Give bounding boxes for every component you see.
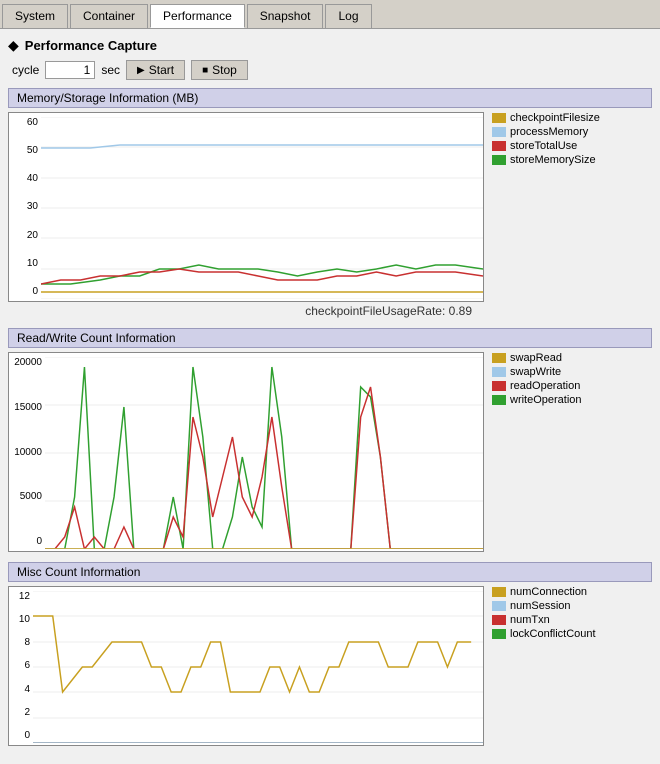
- memory-svg: [41, 117, 483, 299]
- legend-color-num-conn: [492, 587, 506, 597]
- legend-color-process: [492, 127, 506, 137]
- rw-chart-title: Read/Write Count Information: [8, 328, 652, 348]
- misc-y-6: 6: [9, 660, 33, 671]
- y-label-10: 10: [9, 258, 41, 269]
- y-label-30: 30: [9, 201, 41, 212]
- legend-label-write-op: writeOperation: [510, 394, 582, 406]
- tab-log[interactable]: Log: [325, 4, 371, 28]
- legend-label-total: storeTotalUse: [510, 140, 577, 152]
- rw-y-10000: 10000: [9, 447, 45, 458]
- legend-label-swap-read: swapRead: [510, 352, 562, 364]
- rw-y-20000: 20000: [9, 357, 45, 368]
- legend-color-read-op: [492, 381, 506, 391]
- legend-color-num-txn: [492, 615, 506, 625]
- cycle-label: cycle: [12, 63, 39, 77]
- rw-y-0: 0: [9, 536, 45, 547]
- rw-y-15000: 15000: [9, 402, 45, 413]
- legend-read-op: readOperation: [492, 380, 652, 392]
- legend-label-swap-write: swapWrite: [510, 366, 561, 378]
- misc-y-10: 10: [9, 614, 33, 625]
- legend-label-memory: storeMemorySize: [510, 154, 596, 166]
- legend-label-num-conn: numConnection: [510, 586, 587, 598]
- memory-chart-section: Memory/Storage Information (MB) 60 50 40…: [8, 88, 652, 318]
- legend-color-swap-write: [492, 367, 506, 377]
- legend-label-lock: lockConflictCount: [510, 628, 596, 640]
- legend-num-connection: numConnection: [492, 586, 652, 598]
- legend-num-session: numSession: [492, 600, 652, 612]
- memory-legend: checkpointFilesize processMemory storeTo…: [492, 112, 652, 168]
- stop-icon: ■: [202, 65, 208, 76]
- legend-color-total: [492, 141, 506, 151]
- memory-chart-title: Memory/Storage Information (MB): [8, 88, 652, 108]
- main-content: ◆ Performance Capture cycle sec ▶ Start …: [0, 29, 660, 764]
- start-icon: ▶: [137, 65, 145, 76]
- rw-svg: [45, 357, 483, 549]
- diamond-icon: ◆: [8, 37, 19, 54]
- legend-color-swap-read: [492, 353, 506, 363]
- legend-num-txn: numTxn: [492, 614, 652, 626]
- rw-y-5000: 5000: [9, 491, 45, 502]
- tab-container[interactable]: Container: [70, 4, 148, 28]
- legend-checkpoint-filesize: checkpointFilesize: [492, 112, 652, 124]
- rw-chart-area: 20000 15000 10000 5000 0: [8, 352, 652, 552]
- misc-y-0: 0: [9, 730, 33, 741]
- perf-capture-title: Performance Capture: [25, 38, 157, 53]
- legend-color-num-sess: [492, 601, 506, 611]
- legend-label-checkpoint: checkpointFilesize: [510, 112, 600, 124]
- legend-swap-write: swapWrite: [492, 366, 652, 378]
- legend-color-checkpoint: [492, 113, 506, 123]
- stop-button[interactable]: ■ Stop: [191, 60, 248, 80]
- misc-y-8: 8: [9, 637, 33, 648]
- tab-performance[interactable]: Performance: [150, 4, 245, 28]
- misc-svg: [33, 591, 483, 743]
- rw-chart-section: Read/Write Count Information 20000 15000…: [8, 328, 652, 552]
- misc-chart-section: Misc Count Information 12 10 8 6 4 2 0: [8, 562, 652, 746]
- tab-snapshot[interactable]: Snapshot: [247, 4, 324, 28]
- start-label: Start: [149, 63, 174, 77]
- y-label-50: 50: [9, 145, 41, 156]
- misc-y-4: 4: [9, 684, 33, 695]
- legend-label-num-txn: numTxn: [510, 614, 550, 626]
- legend-swap-read: swapRead: [492, 352, 652, 364]
- legend-store-total: storeTotalUse: [492, 140, 652, 152]
- misc-chart-area: 12 10 8 6 4 2 0: [8, 586, 652, 746]
- misc-y-12: 12: [9, 591, 33, 602]
- legend-process-memory: processMemory: [492, 126, 652, 138]
- memory-chart-area: 60 50 40 30 20 10 0: [8, 112, 652, 302]
- misc-y-2: 2: [9, 707, 33, 718]
- checkpoint-rate-text: checkpointFileUsageRate: 0.89: [8, 304, 472, 318]
- legend-color-write-op: [492, 395, 506, 405]
- misc-legend: numConnection numSession numTxn lockConf…: [492, 586, 652, 642]
- y-label-0: 0: [9, 286, 41, 297]
- stop-label: Stop: [212, 63, 237, 77]
- y-label-60: 60: [9, 117, 41, 128]
- legend-label-read-op: readOperation: [510, 380, 580, 392]
- controls-row: cycle sec ▶ Start ■ Stop: [12, 60, 652, 80]
- cycle-input[interactable]: [45, 61, 95, 79]
- sec-label: sec: [101, 63, 120, 77]
- start-button[interactable]: ▶ Start: [126, 60, 185, 80]
- misc-chart-box: 12 10 8 6 4 2 0: [8, 586, 484, 746]
- tab-system[interactable]: System: [2, 4, 68, 28]
- misc-chart-title: Misc Count Information: [8, 562, 652, 582]
- legend-label-process: processMemory: [510, 126, 588, 138]
- legend-color-lock: [492, 629, 506, 639]
- legend-write-op: writeOperation: [492, 394, 652, 406]
- perf-capture-header: ◆ Performance Capture: [8, 37, 652, 54]
- legend-lock-conflict: lockConflictCount: [492, 628, 652, 640]
- legend-label-num-sess: numSession: [510, 600, 571, 612]
- y-label-20: 20: [9, 230, 41, 241]
- legend-store-memory: storeMemorySize: [492, 154, 652, 166]
- y-label-40: 40: [9, 173, 41, 184]
- rw-chart-box: 20000 15000 10000 5000 0: [8, 352, 484, 552]
- rw-legend: swapRead swapWrite readOperation writeOp…: [492, 352, 652, 408]
- legend-color-memory: [492, 155, 506, 165]
- tab-bar: System Container Performance Snapshot Lo…: [0, 0, 660, 29]
- memory-chart-box: 60 50 40 30 20 10 0: [8, 112, 484, 302]
